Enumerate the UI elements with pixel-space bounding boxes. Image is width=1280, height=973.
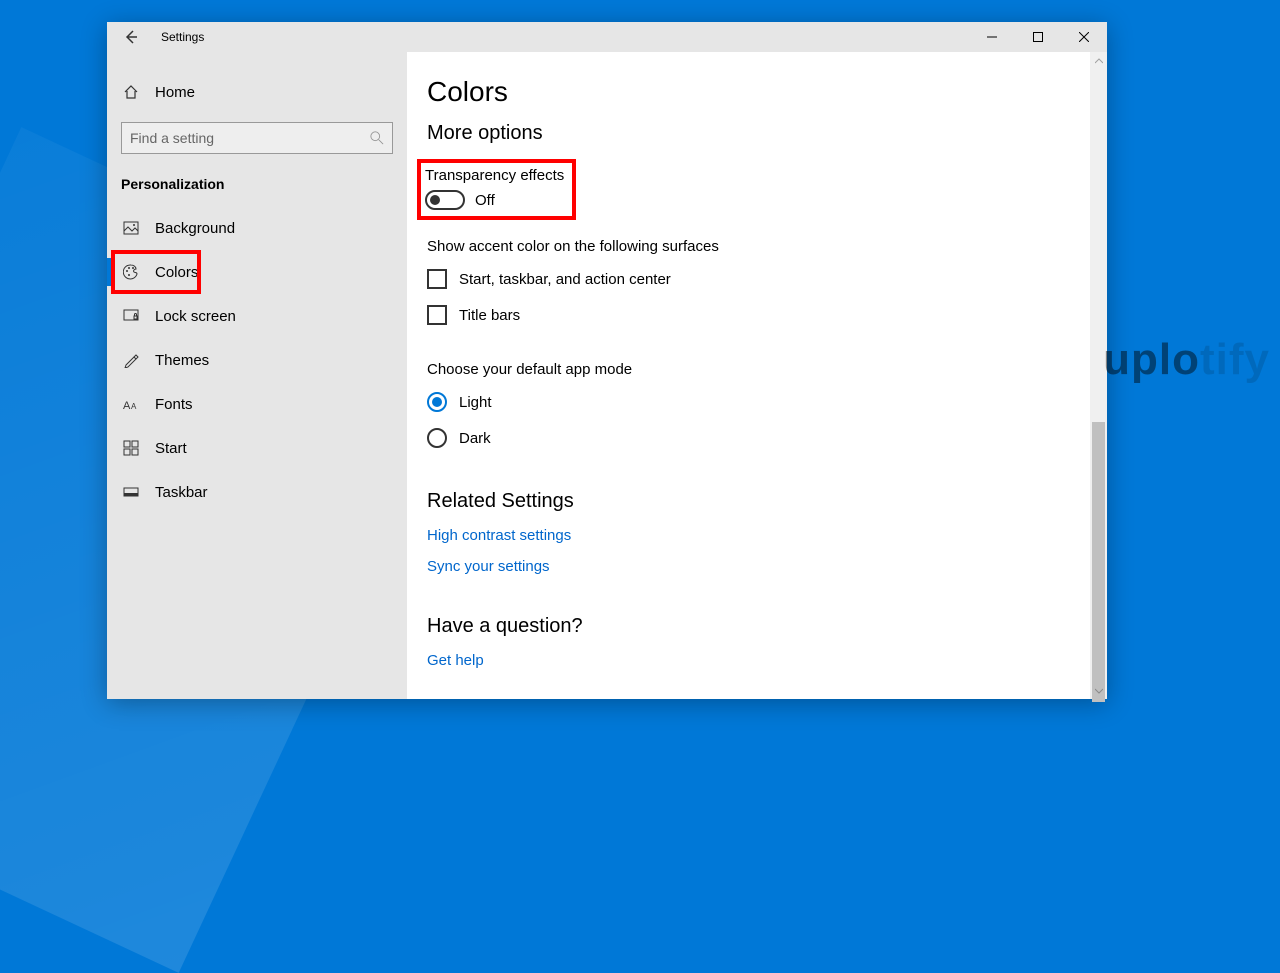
radio-icon xyxy=(427,428,447,448)
sidebar-item-label: Taskbar xyxy=(155,484,208,501)
search-input[interactable] xyxy=(130,130,359,146)
sidebar-item-label: Themes xyxy=(155,352,209,369)
sidebar: Home Personalization Background Colors xyxy=(107,52,407,699)
svg-text:A: A xyxy=(123,400,131,412)
palette-icon xyxy=(123,264,139,280)
radio-light[interactable]: Light xyxy=(427,392,1060,412)
radio-label: Light xyxy=(459,394,492,411)
transparency-highlight: Transparency effects Off xyxy=(417,159,576,220)
window-title: Settings xyxy=(161,30,204,44)
sidebar-item-label: Lock screen xyxy=(155,308,236,325)
link-high-contrast[interactable]: High contrast settings xyxy=(427,527,1060,544)
home-label: Home xyxy=(155,84,195,101)
page-title: Colors xyxy=(427,76,1060,108)
scroll-down-button[interactable] xyxy=(1090,682,1107,699)
transparency-toggle[interactable] xyxy=(425,190,465,210)
accent-surfaces-heading: Show accent color on the following surfa… xyxy=(427,238,1060,255)
lock-screen-icon xyxy=(123,308,139,324)
link-sync-settings[interactable]: Sync your settings xyxy=(427,558,1060,575)
sidebar-item-taskbar[interactable]: Taskbar xyxy=(107,470,407,514)
sidebar-item-label: Fonts xyxy=(155,396,193,413)
minimize-icon xyxy=(987,32,997,42)
question-heading: Have a question? xyxy=(427,615,1060,638)
minimize-button[interactable] xyxy=(969,22,1015,52)
search-icon xyxy=(370,131,384,145)
maximize-button[interactable] xyxy=(1015,22,1061,52)
search-box[interactable] xyxy=(121,122,393,154)
chevron-down-icon xyxy=(1095,687,1103,695)
home-icon xyxy=(123,84,139,100)
watermark: uplotify xyxy=(1103,335,1270,385)
home-nav[interactable]: Home xyxy=(107,70,407,114)
link-get-help[interactable]: Get help xyxy=(427,652,484,669)
titlebar: Settings xyxy=(107,22,1107,52)
sidebar-item-themes[interactable]: Themes xyxy=(107,338,407,382)
maximize-icon xyxy=(1033,32,1043,42)
close-icon xyxy=(1079,32,1089,42)
more-options-heading: More options xyxy=(427,122,1060,145)
sidebar-item-label: Colors xyxy=(155,264,198,281)
radio-icon xyxy=(427,392,447,412)
back-arrow-icon xyxy=(123,29,139,45)
sidebar-item-start[interactable]: Start xyxy=(107,426,407,470)
content-area: Colors More options Transparency effects… xyxy=(407,52,1107,699)
taskbar-icon xyxy=(123,484,139,500)
picture-icon xyxy=(123,220,139,236)
sidebar-item-colors[interactable]: Colors xyxy=(111,250,201,294)
checkbox-label: Start, taskbar, and action center xyxy=(459,271,671,288)
themes-icon xyxy=(123,352,139,368)
radio-dark[interactable]: Dark xyxy=(427,428,1060,448)
checkbox-icon xyxy=(427,305,447,325)
close-button[interactable] xyxy=(1061,22,1107,52)
sidebar-item-lock-screen[interactable]: Lock screen xyxy=(107,294,407,338)
transparency-state: Off xyxy=(475,192,495,209)
app-mode-heading: Choose your default app mode xyxy=(427,361,1060,378)
related-settings-heading: Related Settings xyxy=(427,490,1060,513)
checkbox-label: Title bars xyxy=(459,307,520,324)
category-header: Personalization xyxy=(107,170,407,206)
scrollbar[interactable] xyxy=(1090,52,1107,699)
sidebar-item-background[interactable]: Background xyxy=(107,206,407,250)
start-icon xyxy=(123,440,139,456)
checkbox-start-taskbar[interactable]: Start, taskbar, and action center xyxy=(427,269,1060,289)
sidebar-item-label: Start xyxy=(155,440,187,457)
chevron-up-icon xyxy=(1095,57,1103,65)
transparency-label: Transparency effects xyxy=(425,167,564,184)
settings-window: Settings Home Personalization xyxy=(107,22,1107,699)
radio-label: Dark xyxy=(459,430,491,447)
fonts-icon: AA xyxy=(123,396,139,412)
sidebar-item-fonts[interactable]: AA Fonts xyxy=(107,382,407,426)
scroll-thumb[interactable] xyxy=(1092,422,1105,702)
checkbox-icon xyxy=(427,269,447,289)
scroll-up-button[interactable] xyxy=(1090,52,1107,69)
svg-text:A: A xyxy=(131,402,137,411)
checkbox-title-bars[interactable]: Title bars xyxy=(427,305,1060,325)
sidebar-item-label: Background xyxy=(155,220,235,237)
back-button[interactable] xyxy=(107,22,155,52)
